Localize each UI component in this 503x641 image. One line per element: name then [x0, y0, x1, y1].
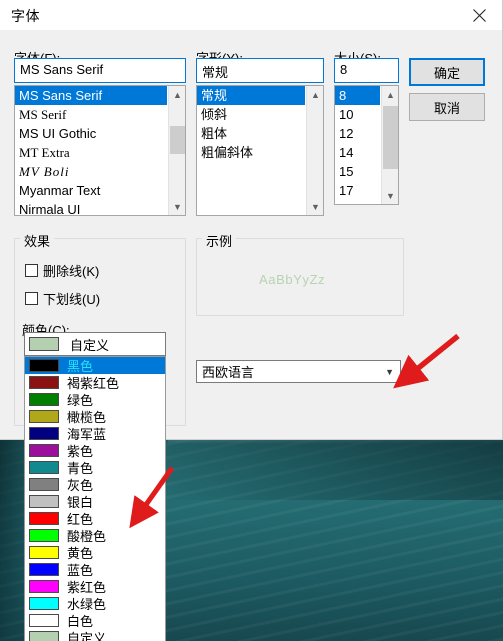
color-swatch — [29, 461, 59, 474]
color-list-item[interactable]: 绿色 — [25, 391, 165, 408]
font-name-listbox[interactable]: MS Sans Serif MS Serif MS UI Gothic MT Extr… — [14, 85, 186, 216]
color-combobox-value: 自定义 — [70, 337, 110, 353]
size-list-item[interactable]: 15 — [335, 162, 380, 181]
strikeout-checkbox[interactable]: 删除线(K) — [25, 261, 99, 280]
underline-checkbox[interactable]: 下划线(U) — [25, 289, 100, 308]
color-list-item[interactable]: 青色 — [25, 459, 165, 476]
color-swatch — [29, 376, 59, 389]
size-list-item[interactable]: 18 — [335, 200, 380, 204]
color-list-item[interactable]: 银白 — [25, 493, 165, 510]
script-combobox-value: 西欧语言 — [202, 365, 255, 380]
style-list-item[interactable]: 倾斜 — [197, 105, 305, 124]
font-list-item[interactable]: Nirmala UI — [15, 200, 167, 215]
style-list-scrollbar[interactable]: ▲ ▼ — [306, 86, 323, 215]
font-list-scrollbar[interactable]: ▲ ▼ — [168, 86, 185, 215]
color-list-item[interactable]: 海军蓝 — [25, 425, 165, 442]
cancel-button[interactable]: 取消 — [409, 93, 485, 121]
color-swatch — [29, 427, 59, 440]
color-swatch — [29, 597, 59, 610]
size-list-item[interactable]: 12 — [335, 124, 380, 143]
style-list-item[interactable]: 常规 — [197, 86, 305, 105]
color-list-item[interactable]: 水绿色 — [25, 595, 165, 612]
wallpaper-shadow-top — [150, 430, 503, 500]
color-list-item[interactable]: 红色 — [25, 510, 165, 527]
underline-label: 下划线(U) — [43, 292, 101, 307]
scroll-down-icon[interactable]: ▼ — [382, 187, 398, 204]
font-list-item[interactable]: MV Boli — [15, 162, 167, 181]
scroll-thumb[interactable] — [383, 106, 398, 169]
color-swatch — [29, 393, 59, 406]
ok-button[interactable]: 确定 — [409, 58, 485, 86]
style-list-item[interactable]: 粗体 — [197, 124, 305, 143]
scroll-down-icon[interactable]: ▼ — [307, 198, 323, 215]
font-style-input[interactable]: 常规 — [196, 58, 324, 83]
color-list-item[interactable]: 自定义 — [25, 629, 165, 641]
color-swatch — [29, 359, 59, 372]
color-list-item[interactable]: 黑色 — [25, 357, 165, 374]
style-list-item[interactable]: 粗偏斜体 — [197, 143, 305, 162]
font-size-list[interactable]: 8101214151718 — [335, 86, 380, 204]
color-swatch — [29, 529, 59, 542]
color-swatch — [29, 631, 59, 641]
scroll-down-icon[interactable]: ▼ — [169, 198, 185, 215]
color-list-item[interactable]: 酸橙色 — [25, 527, 165, 544]
font-style-list[interactable]: 常规 倾斜 粗体 粗偏斜体 — [197, 86, 305, 215]
strikeout-label: 删除线(K) — [43, 264, 100, 279]
color-list-item[interactable]: 白色 — [25, 612, 165, 629]
color-dropdown-list[interactable]: 黑色 褐紫红色 绿色 橄榄色 海军蓝 紫色 青色 灰色 银白 红色 酸橙色 黄色 蓝色 紫红色 水绿色 白色自… — [24, 356, 166, 641]
effects-group-title: 效果 — [20, 231, 55, 250]
checkbox-box-icon[interactable] — [25, 292, 38, 305]
color-swatch — [29, 512, 59, 525]
color-swatch — [29, 614, 59, 627]
font-list-item[interactable]: MS Serif — [15, 105, 167, 124]
color-list-item[interactable]: 紫红色 — [25, 578, 165, 595]
color-swatch — [29, 478, 59, 491]
font-name-input[interactable]: MS Sans Serif — [14, 58, 186, 83]
size-list-item[interactable]: 8 — [335, 86, 380, 105]
color-list-item[interactable]: 紫色 — [25, 442, 165, 459]
size-list-item[interactable]: 10 — [335, 105, 380, 124]
font-size-input[interactable]: 8 — [334, 58, 399, 83]
color-list-item[interactable]: 褐紫红色 — [25, 374, 165, 391]
color-list-item[interactable]: 蓝色 — [25, 561, 165, 578]
title-bar: 字体 — [0, 0, 502, 30]
font-size-listbox[interactable]: 8101214151718 ▲ ▼ — [334, 85, 399, 205]
scroll-up-icon[interactable]: ▲ — [307, 86, 323, 103]
font-list-item[interactable]: MT Extra — [15, 143, 167, 162]
font-style-listbox[interactable]: 常规 倾斜 粗体 粗偏斜体 ▲ ▼ — [196, 85, 324, 216]
size-list-item[interactable]: 14 — [335, 143, 380, 162]
color-swatch — [29, 546, 59, 559]
color-swatch — [29, 337, 59, 351]
font-list-item[interactable]: Myanmar Text — [15, 181, 167, 200]
color-combobox[interactable]: 自定义 — [24, 332, 166, 356]
color-swatch — [29, 563, 59, 576]
chevron-down-icon[interactable]: ▼ — [385, 367, 394, 377]
font-list-item[interactable]: MS UI Gothic — [15, 124, 167, 143]
color-swatch — [29, 410, 59, 423]
color-list-item[interactable]: 灰色 — [25, 476, 165, 493]
font-list-item[interactable]: MS Sans Serif — [15, 86, 167, 105]
screen: 字体 字体(F): MS Sans Serif MS Sans SerifMS … — [0, 0, 503, 641]
font-name-list[interactable]: MS Sans Serif MS Serif MS UI Gothic MT Extr… — [15, 86, 167, 215]
window-title: 字体 — [11, 8, 40, 24]
sample-group-title: 示例 — [202, 231, 237, 250]
color-list-item[interactable]: 黄色 — [25, 544, 165, 561]
color-list-item[interactable]: 橄榄色 — [25, 408, 165, 425]
scroll-up-icon[interactable]: ▲ — [382, 86, 398, 103]
scroll-up-icon[interactable]: ▲ — [169, 86, 185, 103]
scroll-thumb[interactable] — [170, 126, 185, 154]
sample-preview-text: AaBbYyZz — [259, 272, 326, 287]
color-name-label: 自定义 — [67, 631, 107, 641]
size-list-scrollbar[interactable]: ▲ ▼ — [381, 86, 398, 204]
checkbox-box-icon[interactable] — [25, 264, 38, 277]
color-swatch — [29, 495, 59, 508]
close-icon[interactable] — [456, 0, 502, 30]
color-swatch — [29, 580, 59, 593]
size-list-item[interactable]: 17 — [335, 181, 380, 200]
script-combobox[interactable]: 西欧语言 ▼ — [196, 360, 401, 383]
color-swatch — [29, 444, 59, 457]
